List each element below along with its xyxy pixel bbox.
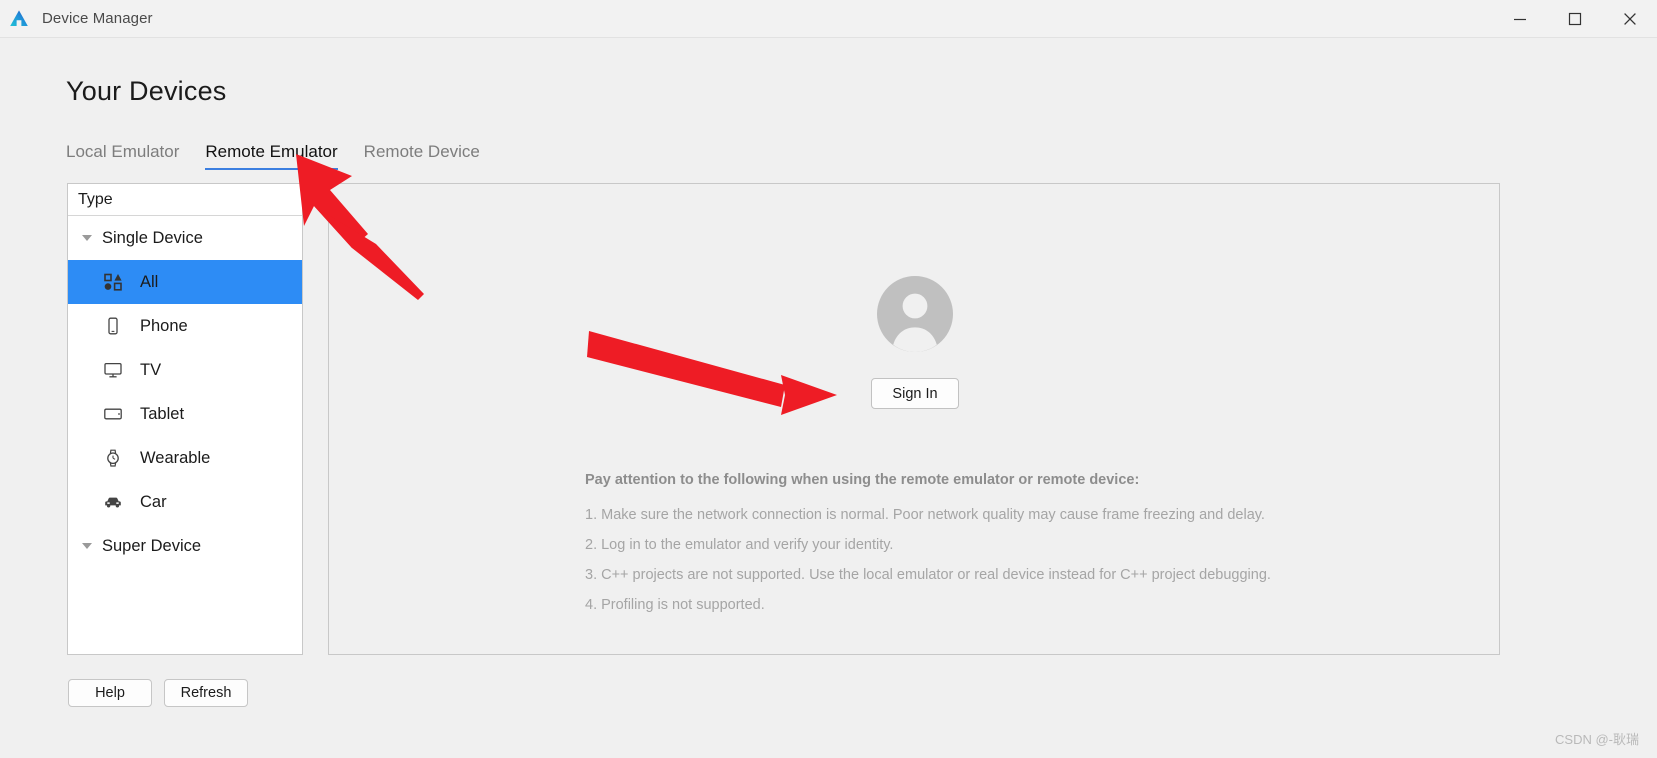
notes-title: Pay attention to the following when usin…: [585, 472, 1140, 488]
close-icon: [1623, 13, 1636, 25]
note-item: 3. C++ projects are not supported. Use t…: [585, 567, 1271, 583]
sidebar-item-tv[interactable]: TV: [68, 348, 302, 392]
sidebar-item-all[interactable]: All: [68, 260, 302, 304]
chevron-down-icon: [82, 235, 92, 241]
device-type-sidebar: Type Single Device All Phone TV Tablet W…: [67, 183, 303, 655]
bottom-button-bar: Help Refresh: [68, 679, 248, 707]
sidebar-item-label: Phone: [140, 316, 188, 335]
deveco-logo-icon: [10, 9, 28, 26]
page-content: Your Devices Local Emulator Remote Emula…: [0, 38, 1657, 758]
remote-emulator-panel: Sign In Pay attention to the following w…: [328, 183, 1500, 655]
note-item: 1. Make sure the network connection is n…: [585, 507, 1265, 523]
tab-remote-emulator[interactable]: Remote Emulator: [205, 142, 338, 170]
sidebar-item-tablet[interactable]: Tablet: [68, 392, 302, 436]
sidebar-group-label: Single Device: [102, 228, 203, 247]
help-button[interactable]: Help: [68, 679, 152, 707]
sidebar-item-label: Wearable: [140, 448, 211, 467]
sidebar-item-label: All: [140, 272, 159, 291]
sidebar-item-label: Tablet: [140, 404, 185, 423]
phone-icon: [102, 315, 124, 337]
note-item: 4. Profiling is not supported.: [585, 597, 765, 613]
tab-remote-device[interactable]: Remote Device: [364, 142, 480, 170]
note-item: 2. Log in to the emulator and verify you…: [585, 537, 894, 553]
tab-bar: Local Emulator Remote Emulator Remote De…: [66, 142, 480, 170]
tablet-icon: [102, 403, 124, 425]
watermark: CSDN @-耿瑞: [1555, 732, 1639, 747]
sidebar-group-label: Super Device: [102, 536, 202, 555]
page-title: Your Devices: [66, 76, 227, 106]
sidebar-item-car[interactable]: Car: [68, 480, 302, 524]
close-button[interactable]: [1602, 0, 1657, 38]
sidebar-item-label: TV: [140, 360, 162, 379]
watch-icon: [102, 447, 124, 469]
maximize-button[interactable]: [1547, 0, 1602, 38]
shapes-grid-icon: [102, 271, 124, 293]
sidebar-item-phone[interactable]: Phone: [68, 304, 302, 348]
car-icon: [102, 491, 124, 513]
refresh-button[interactable]: Refresh: [164, 679, 248, 707]
sign-in-button[interactable]: Sign In: [871, 378, 959, 409]
tv-icon: [102, 359, 124, 381]
minimize-button[interactable]: [1492, 0, 1547, 38]
tab-local-emulator[interactable]: Local Emulator: [66, 142, 179, 170]
sidebar-group-single-device[interactable]: Single Device: [68, 216, 302, 260]
window-title: Device Manager: [42, 10, 153, 27]
window-controls: [1492, 0, 1657, 38]
sidebar-item-wearable[interactable]: Wearable: [68, 436, 302, 480]
maximize-icon: [1568, 12, 1581, 26]
device-manager-window: Device Manager Your Devices Local Emulat…: [0, 0, 1657, 758]
remote-notes: Pay attention to the following when usin…: [585, 472, 1445, 627]
minimize-icon: [1513, 18, 1526, 21]
sign-in-block: Sign In: [329, 184, 1501, 409]
chevron-down-icon: [82, 543, 92, 549]
sidebar-header: Type: [68, 184, 302, 216]
title-bar: Device Manager: [0, 0, 1657, 38]
sidebar-group-super-device[interactable]: Super Device: [68, 524, 302, 568]
sidebar-item-label: Car: [140, 492, 167, 511]
user-avatar-icon: [877, 276, 953, 352]
